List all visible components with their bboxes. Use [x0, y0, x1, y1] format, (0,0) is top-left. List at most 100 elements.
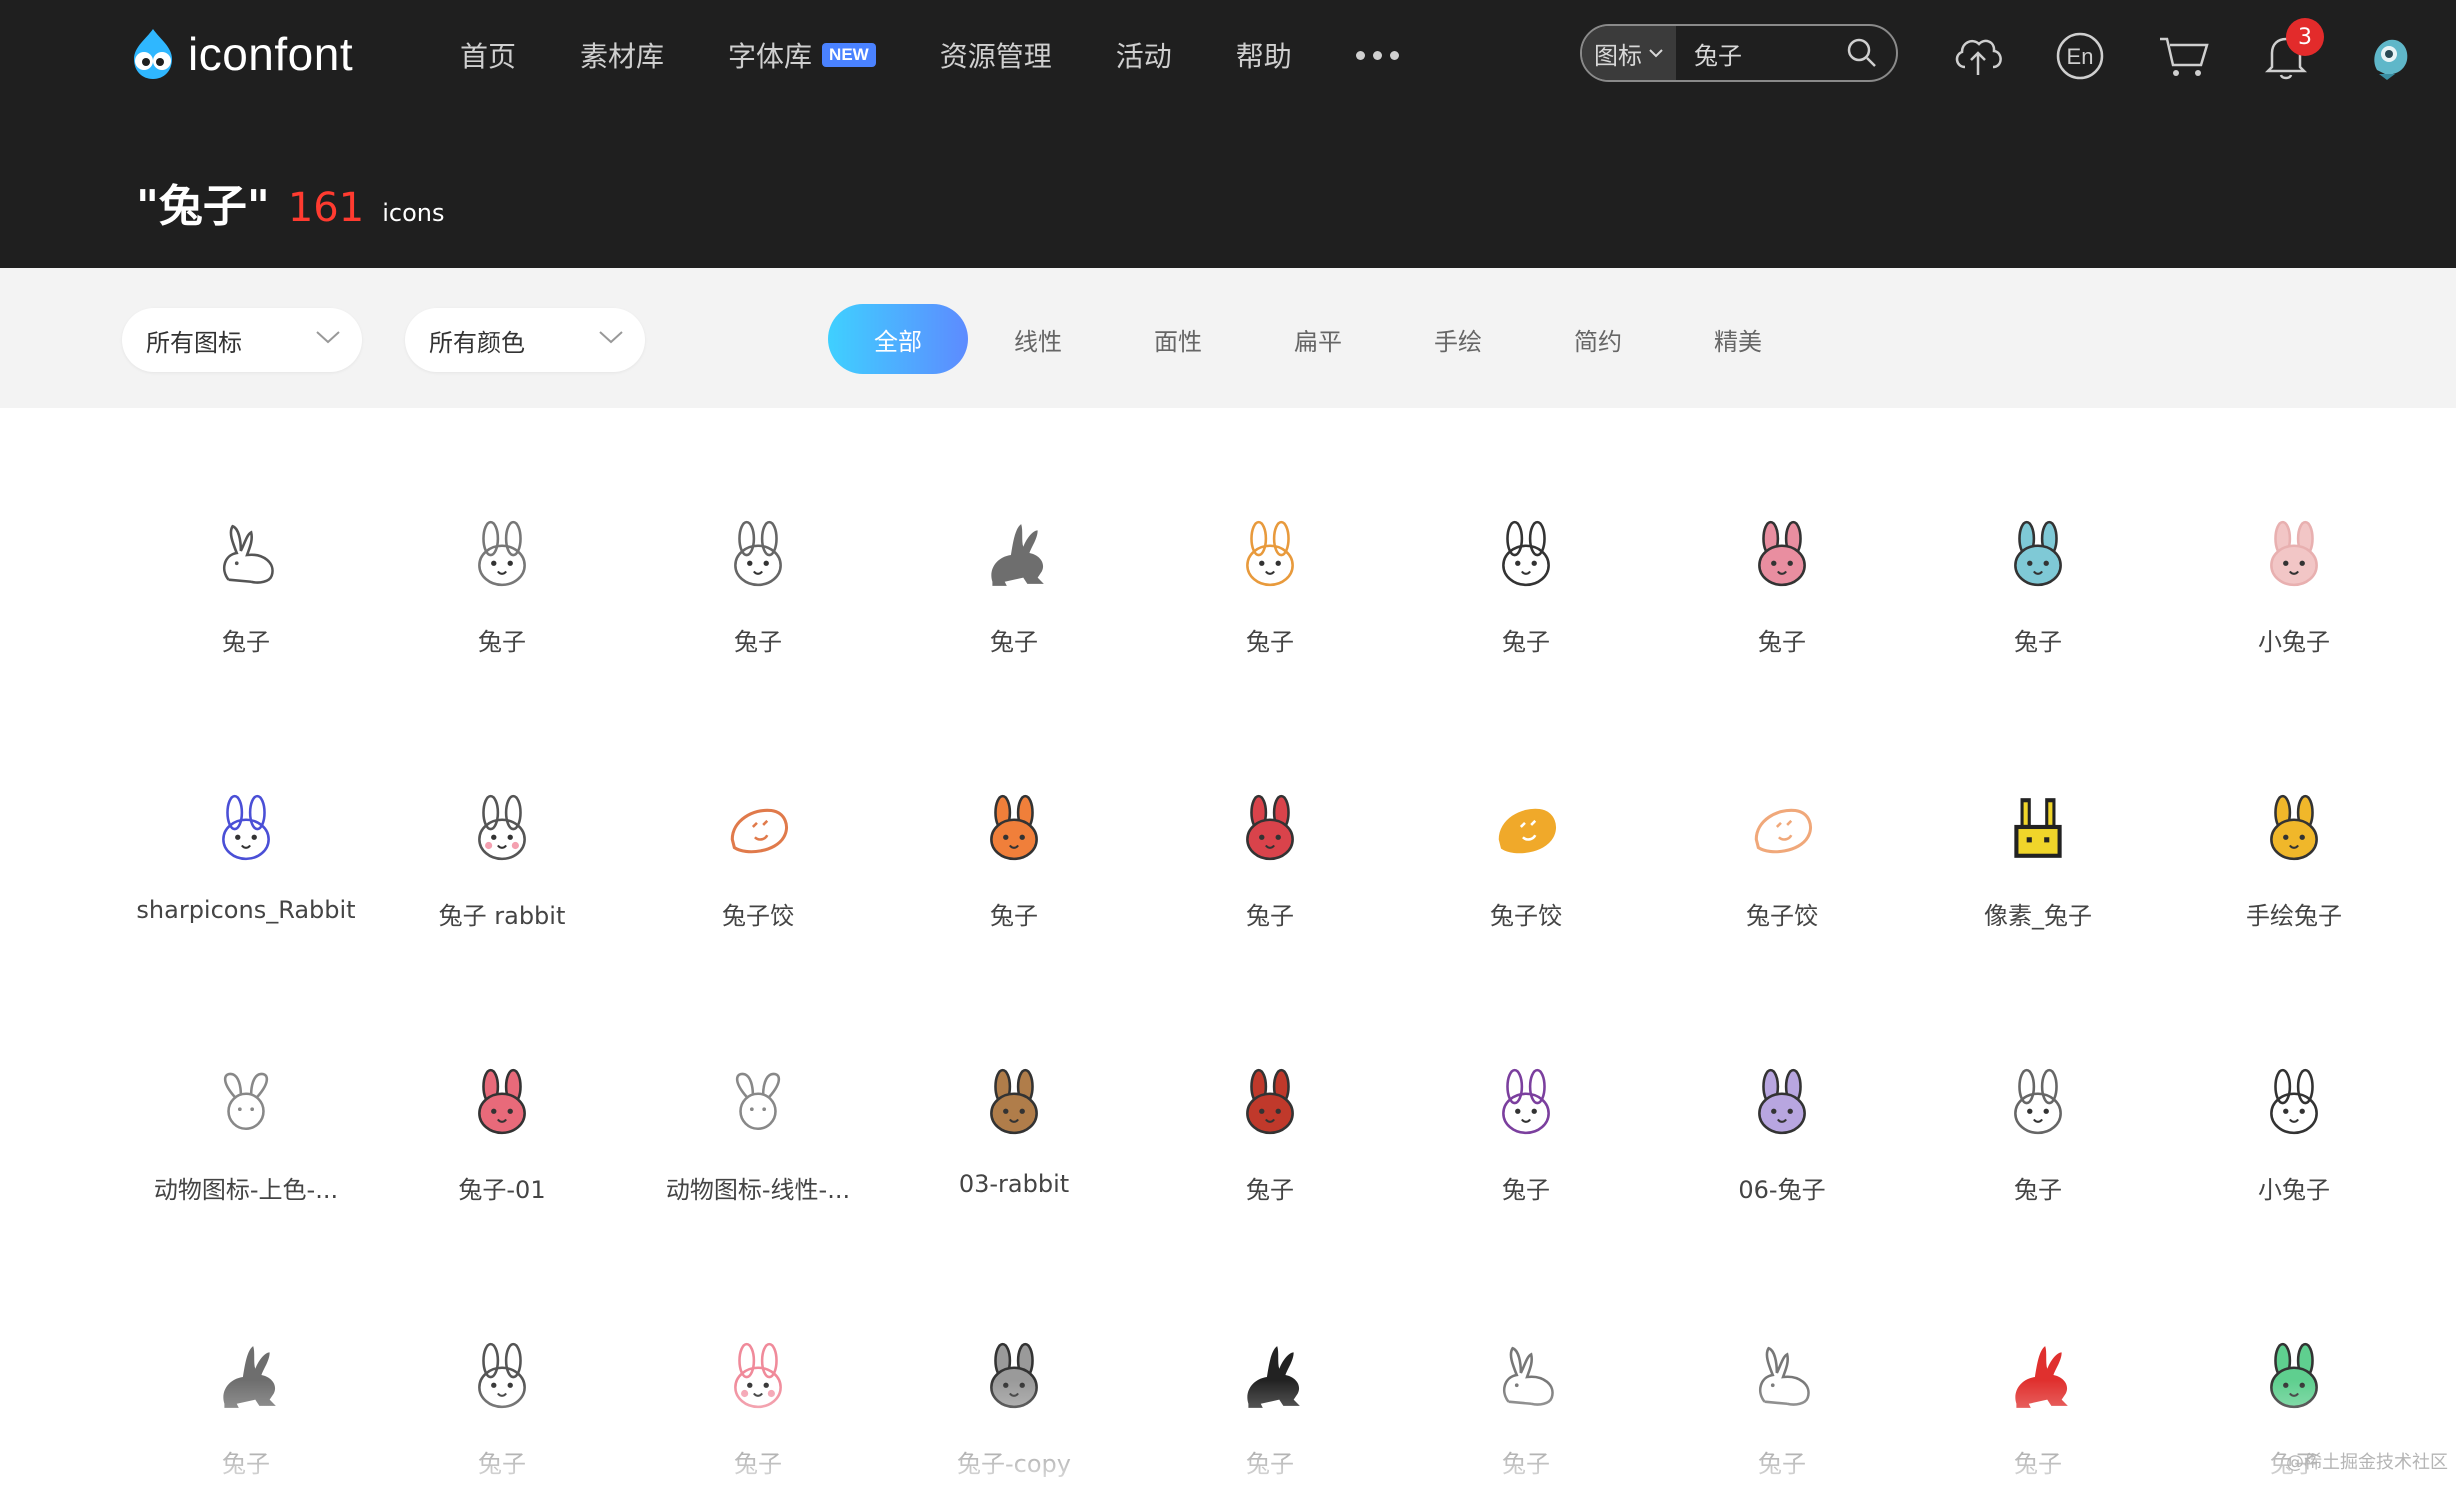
- tab-handdrawn[interactable]: 手绘: [1388, 304, 1528, 374]
- icon-name: 兔子 rabbit: [438, 902, 566, 930]
- chevron-down-icon: [1649, 49, 1663, 58]
- icon-name: 兔子-01: [458, 1176, 546, 1204]
- icon-name: 兔子: [1246, 902, 1294, 930]
- avatar[interactable]: [2362, 28, 2418, 84]
- rabbit-carrot-icon: [1230, 514, 1310, 594]
- tab-line[interactable]: 线性: [968, 304, 1108, 374]
- rabbit-whiskers-icon: [462, 1336, 542, 1416]
- search-box: 图标: [1580, 24, 1898, 82]
- icon-name: 兔子饺: [1746, 902, 1818, 930]
- icon-name: 兔子: [1758, 1450, 1806, 1478]
- icon-card[interactable]: 兔子: [1142, 682, 1398, 956]
- rabbit-head-line-icon: [718, 514, 798, 594]
- search-button[interactable]: [1846, 37, 1878, 69]
- tab-all[interactable]: 全部: [828, 304, 968, 374]
- rabbit-green-head-icon: [2254, 1336, 2334, 1416]
- nav-library[interactable]: 素材库: [580, 35, 664, 75]
- tab-simple[interactable]: 简约: [1528, 304, 1668, 374]
- rabbit-blush-icon: [462, 788, 542, 868]
- icon-card[interactable]: 兔子: [1142, 408, 1398, 682]
- icon-name: 动物图标-上色-...: [153, 1176, 339, 1204]
- icon-name: 兔子: [734, 628, 782, 656]
- rabbit-silhouette-icon: [206, 1336, 286, 1416]
- logo-text: iconfont: [188, 28, 354, 80]
- icon-card[interactable]: 兔子 rabbit: [374, 682, 630, 956]
- icon-name: 03-rabbit: [958, 1170, 1070, 1198]
- upload-icon[interactable]: [1950, 28, 2006, 84]
- icon-name: 兔子: [222, 628, 270, 656]
- icon-card[interactable]: 03-rabbit: [886, 956, 1142, 1230]
- icon-card[interactable]: 兔子饺: [630, 682, 886, 956]
- icon-card[interactable]: 兔子: [886, 682, 1142, 956]
- icon-card[interactable]: 兔子: [118, 408, 374, 682]
- icon-name: 兔子: [478, 628, 526, 656]
- icon-card[interactable]: 兔子: [886, 408, 1142, 682]
- icon-card[interactable]: 兔子: [1910, 1230, 2166, 1504]
- color-select[interactable]: 所有颜色: [405, 308, 645, 372]
- icon-card[interactable]: 兔子: [1398, 1230, 1654, 1504]
- nav-activities[interactable]: 活动: [1116, 35, 1172, 75]
- logo[interactable]: iconfont: [124, 22, 353, 86]
- dumpling-icon: [718, 788, 798, 868]
- icon-card[interactable]: 兔子: [118, 1230, 374, 1504]
- nav-resources[interactable]: 资源管理: [940, 35, 1052, 75]
- icon-card[interactable]: 动物图标-上色-...: [118, 956, 374, 1230]
- search-type-select[interactable]: 图标: [1582, 26, 1676, 80]
- rabbit-silhouette-icon: [974, 514, 1054, 594]
- icon-card[interactable]: 兔子: [1142, 956, 1398, 1230]
- nav-help[interactable]: 帮助: [1236, 35, 1292, 75]
- rabbit-blush-face-icon: [718, 1336, 798, 1416]
- rabbit-red-face-icon: [1230, 788, 1310, 868]
- logo-icon: [134, 29, 172, 79]
- icon-card[interactable]: 06-兔子: [1654, 956, 1910, 1230]
- icon-card[interactable]: 兔子: [1654, 1230, 1910, 1504]
- icon-card[interactable]: 兔子-01: [374, 956, 630, 1230]
- rabbit-blue-face-icon: [1998, 514, 2078, 594]
- icon-row: sharpicons_Rabbit 兔子 rabbit 兔子饺 兔子 兔子 兔子饺 兔子饺 像…: [0, 682, 2456, 956]
- nav-items: 首页 素材库 字体库 NEW 资源管理 活动 帮助: [460, 30, 1399, 80]
- rabbit-gray-head-icon: [974, 1336, 1054, 1416]
- rabbit-pink-face-icon: [1742, 514, 1822, 594]
- icon-card[interactable]: 兔子: [630, 1230, 886, 1504]
- icon-card[interactable]: 兔子: [1654, 408, 1910, 682]
- icon-card[interactable]: 动物图标-线性-...: [630, 956, 886, 1230]
- icon-card[interactable]: 兔子: [1398, 956, 1654, 1230]
- icon-card[interactable]: 兔子: [1910, 956, 2166, 1230]
- icon-name: 兔子: [1502, 1176, 1550, 1204]
- icon-card[interactable]: 像素_兔子: [1910, 682, 2166, 956]
- icon-card[interactable]: 兔子: [1910, 408, 2166, 682]
- tab-fill[interactable]: 面性: [1108, 304, 1248, 374]
- icon-card[interactable]: 兔子: [1398, 408, 1654, 682]
- rabbit-silhouette-icon: [1230, 1336, 1310, 1416]
- icon-card[interactable]: 兔子-copy: [886, 1230, 1142, 1504]
- result-unit: icons: [382, 199, 445, 227]
- cart-icon[interactable]: [2156, 28, 2212, 84]
- rabbit-line-icon: [1486, 1336, 1566, 1416]
- language-icon[interactable]: En: [2052, 28, 2108, 84]
- icon-card[interactable]: 兔子饺: [1398, 682, 1654, 956]
- icon-name: 像素_兔子: [1984, 902, 2092, 930]
- rabbit-outline-icon: [206, 1062, 286, 1142]
- icon-card[interactable]: 兔子: [374, 408, 630, 682]
- tab-flat[interactable]: 扁平: [1248, 304, 1388, 374]
- nav-home[interactable]: 首页: [460, 35, 516, 75]
- icon-name: 动物图标-线性-...: [665, 1176, 851, 1204]
- more-icon[interactable]: [1355, 50, 1399, 60]
- tab-fine[interactable]: 精美: [1668, 304, 1808, 374]
- rabbit-outline-icon: [718, 1062, 798, 1142]
- icon-row: 兔子 兔子 兔子 兔子-copy 兔子 兔子 兔子 兔子 兔子: [0, 1230, 2456, 1504]
- icon-card[interactable]: 兔子: [374, 1230, 630, 1504]
- nav-fonts[interactable]: 字体库 NEW: [728, 35, 876, 75]
- icon-name: 兔子饺: [1490, 902, 1562, 930]
- icon-card[interactable]: 兔子: [630, 408, 886, 682]
- icon-card[interactable]: sharpicons_Rabbit: [118, 682, 374, 956]
- icon-type-select[interactable]: 所有图标: [122, 308, 362, 372]
- icon-card[interactable]: 兔子饺: [1654, 682, 1910, 956]
- search-input[interactable]: [1692, 38, 1846, 68]
- icon-card[interactable]: 兔子: [1142, 1230, 1398, 1504]
- icon-card[interactable]: 小兔子: [2166, 956, 2422, 1230]
- icon-card[interactable]: 手绘兔子: [2166, 682, 2422, 956]
- top-bar: iconfont 首页 素材库 字体库NEW 资源管理 活动 帮助 图标 En: [0, 0, 2456, 268]
- icon-card[interactable]: 小兔子: [2166, 408, 2422, 682]
- rabbit-handdrawn-icon: [2254, 788, 2334, 868]
